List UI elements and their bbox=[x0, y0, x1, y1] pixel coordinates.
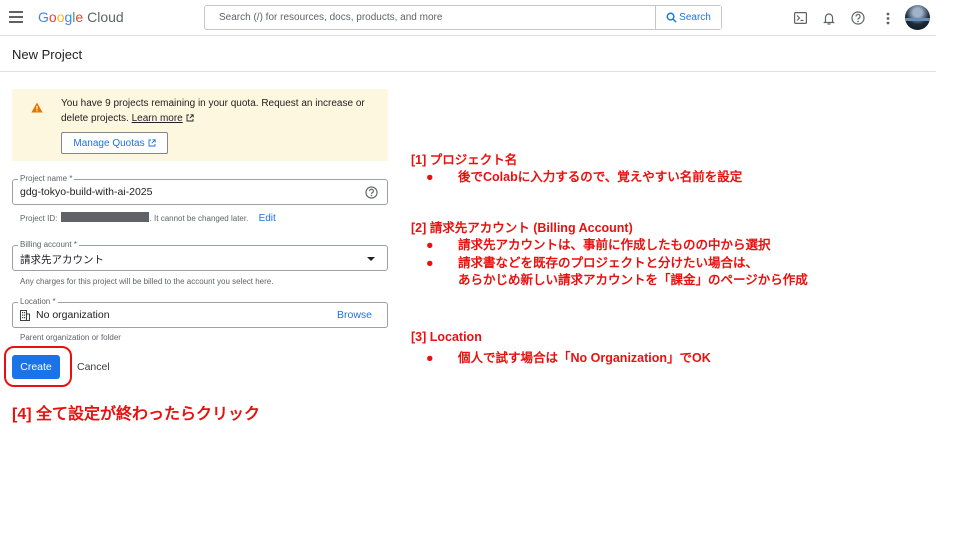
annotation-4: [4] 全て設定が終わったらクリック bbox=[12, 406, 261, 423]
menu-icon[interactable] bbox=[9, 11, 23, 23]
search-button[interactable]: Search bbox=[655, 6, 721, 29]
terminal-icon[interactable] bbox=[792, 10, 808, 26]
help-circle-icon[interactable] bbox=[365, 186, 378, 199]
quota-warning: You have 9 projects remaining in your qu… bbox=[12, 89, 388, 161]
project-id-suffix: . It cannot be changed later. bbox=[149, 214, 249, 223]
project-id-prefix: Project ID: bbox=[20, 214, 58, 223]
search-button-label: Search bbox=[679, 12, 711, 23]
bullet-icon: ● bbox=[426, 256, 434, 270]
manage-quotas-button[interactable]: Manage Quotas bbox=[61, 132, 168, 154]
annotation-2-bullet-1-text: 請求先アカウントは、事前に作成したものの中から選択 bbox=[458, 238, 771, 252]
search-input[interactable] bbox=[205, 6, 657, 29]
cancel-button[interactable]: Cancel bbox=[70, 355, 117, 379]
location-field[interactable]: Location * No organization Browse bbox=[12, 297, 388, 328]
billing-account-label: Billing account * bbox=[18, 240, 79, 250]
browse-button[interactable]: Browse bbox=[337, 309, 372, 321]
annotation-1-bullet-1: ● 後でColabに入力するので、覚えやすい名前を設定 bbox=[426, 166, 742, 185]
billing-account-select[interactable]: Billing account * 請求先アカウント bbox=[12, 240, 388, 271]
manage-quotas-label: Manage Quotas bbox=[73, 137, 145, 149]
page-title: New Project bbox=[12, 47, 83, 62]
learn-more-label: Learn more bbox=[131, 112, 183, 124]
search-icon bbox=[666, 12, 677, 23]
bell-icon[interactable] bbox=[821, 10, 837, 26]
bullet-icon: ● bbox=[426, 238, 434, 252]
annotation-3-bullet-1-text: 個人で試す場合は「No Organization」でOK bbox=[458, 351, 711, 365]
external-link-icon bbox=[148, 139, 156, 147]
project-name-field[interactable]: Project name * gdg-tokyo-build-with-ai-2… bbox=[12, 174, 388, 205]
project-name-value: gdg-tokyo-build-with-ai-2025 bbox=[20, 186, 153, 198]
bullet-icon: ● bbox=[426, 351, 434, 365]
bullet-icon: ● bbox=[426, 170, 434, 184]
annotation-2-bullet-1: ● 請求先アカウントは、事前に作成したものの中から選択 bbox=[426, 234, 771, 253]
avatar[interactable] bbox=[905, 5, 930, 30]
location-label: Location * bbox=[18, 297, 58, 307]
billing-help-text: Any charges for this project will be bil… bbox=[20, 277, 274, 286]
learn-more-link[interactable]: Learn more bbox=[132, 113, 183, 124]
external-link-icon bbox=[186, 113, 194, 121]
project-id-redacted bbox=[60, 212, 149, 222]
google-cloud-logo[interactable]: Google Cloud bbox=[38, 9, 124, 25]
location-value: No organization bbox=[36, 309, 110, 321]
quota-message-text: You have 9 projects remaining in your qu… bbox=[61, 98, 365, 124]
top-bar: Google Cloud Search bbox=[0, 0, 936, 36]
annotation-3-title: [3] Location bbox=[411, 330, 482, 344]
location-help-text: Parent organization or folder bbox=[20, 333, 121, 342]
edit-project-id-link[interactable]: Edit bbox=[259, 213, 276, 224]
quota-message: You have 9 projects remaining in your qu… bbox=[61, 97, 381, 126]
page-header: New Project bbox=[0, 37, 936, 72]
more-vert-icon[interactable] bbox=[880, 10, 896, 26]
annotation-2-bullet-2-continuation: あらかじめ新しい請求アカウントを「課金」のページから作成 bbox=[458, 273, 808, 287]
annotation-3-bullet-1: ● 個人で試す場合は「No Organization」でOK bbox=[426, 347, 711, 366]
project-id-info: Project ID: . It cannot be changed later… bbox=[20, 212, 276, 224]
search-box: Search bbox=[204, 5, 722, 30]
create-button[interactable]: Create bbox=[12, 355, 60, 379]
project-name-label: Project name * bbox=[18, 174, 75, 184]
building-icon bbox=[20, 310, 30, 321]
dropdown-arrow-icon bbox=[367, 257, 375, 261]
annotation-2-bullet-2-text: 請求書などを既存のプロジェクトと分けたい場合は、 bbox=[458, 256, 759, 270]
annotation-1-bullet-1-text: 後でColabに入力するので、覚えやすい名前を設定 bbox=[458, 170, 743, 184]
warning-icon bbox=[31, 102, 43, 113]
billing-account-value: 請求先アカウント bbox=[20, 254, 104, 266]
help-icon[interactable] bbox=[850, 10, 866, 26]
